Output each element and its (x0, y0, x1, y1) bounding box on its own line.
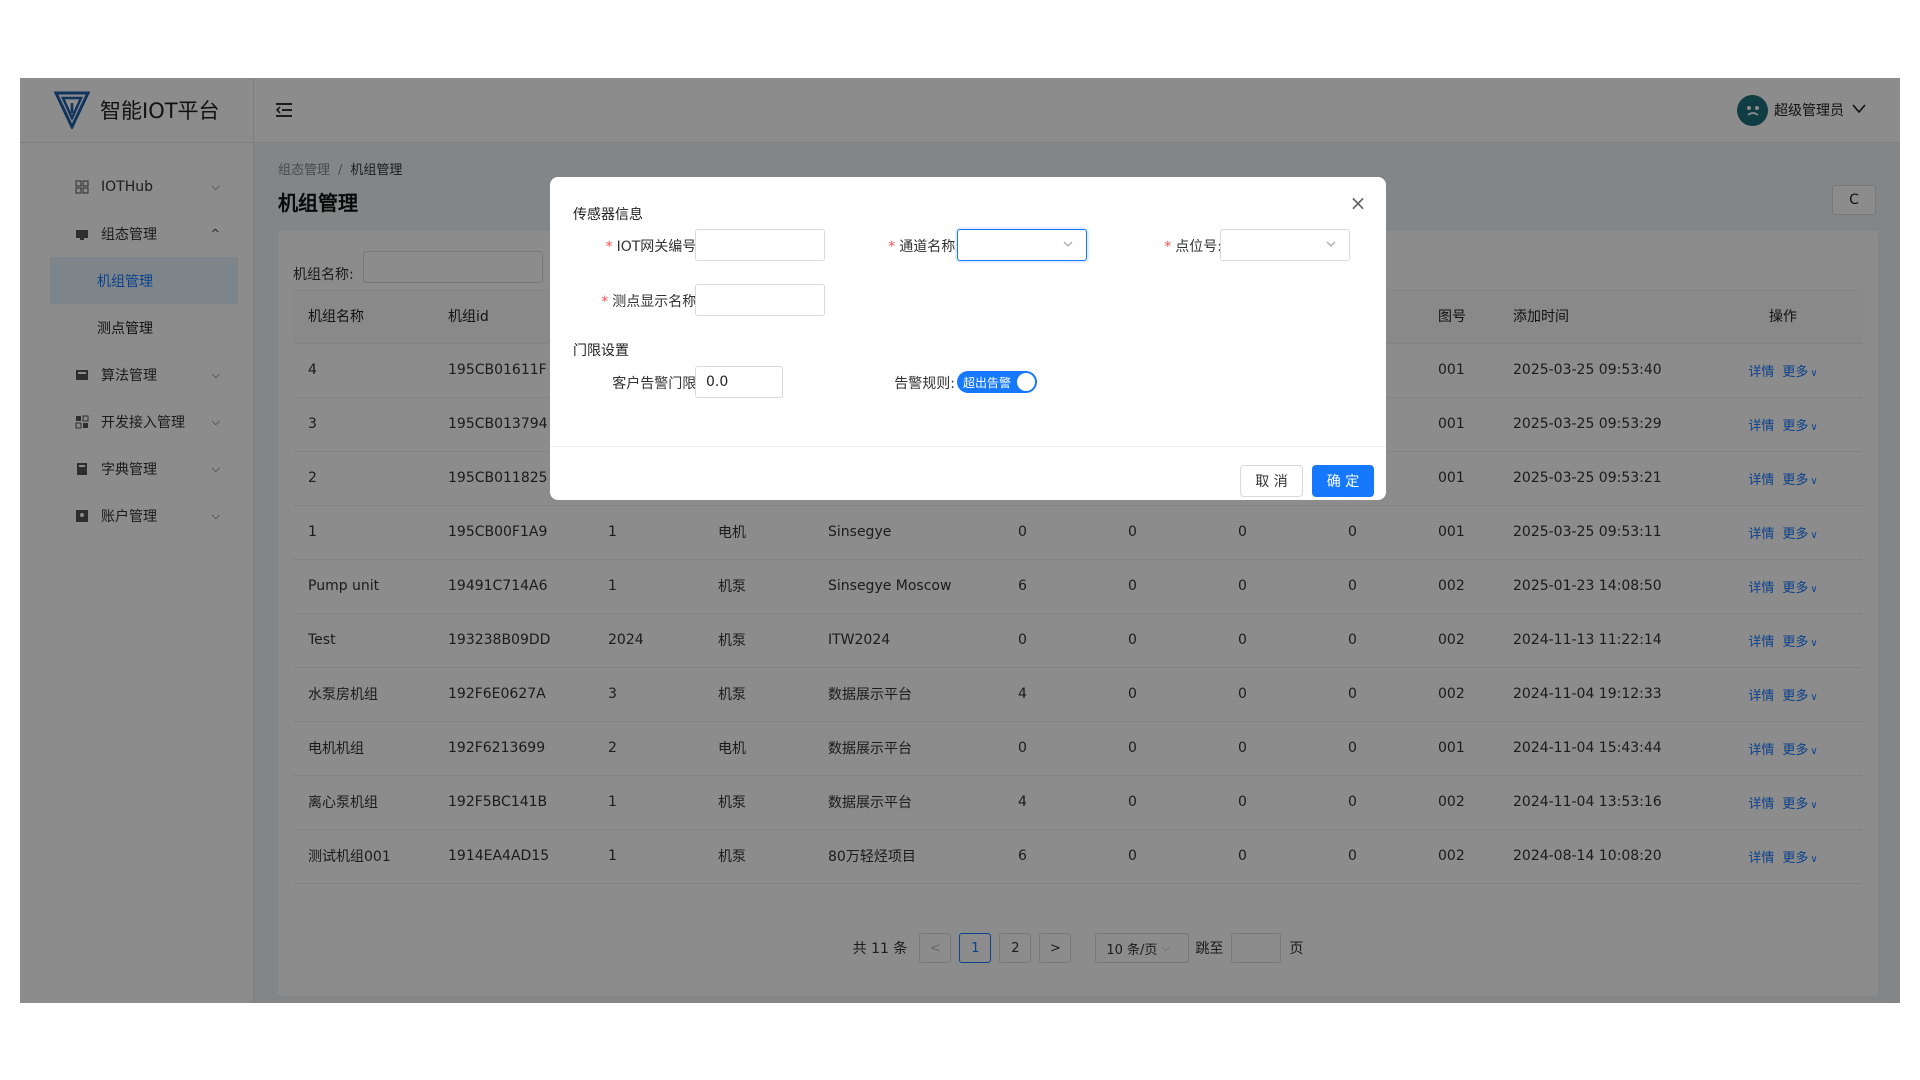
point-no-label: * 点位号: (1125, 236, 1222, 256)
close-icon[interactable]: × (1348, 193, 1368, 213)
app-window: 智能IOT平台 超级管理员 IOTHub ⌵ 组态管理 ^ 机组管理 测点管理 … (20, 78, 1900, 1003)
channel-label-text: 通道名称: (899, 239, 960, 255)
modal-footer-divider (550, 446, 1386, 447)
gateway-label: * IOT网关编号: (590, 236, 701, 256)
display-name-label: * 测点显示名称: (580, 291, 701, 311)
required-mark: * (888, 239, 896, 255)
cancel-button[interactable]: 取 消 (1240, 465, 1303, 497)
section-threshold: 门限设置 (573, 343, 629, 359)
required-mark: * (1164, 239, 1172, 255)
point-no-select[interactable] (1220, 229, 1350, 261)
section-sensor-info: 传感器信息 (573, 207, 643, 223)
threshold-label: 客户告警门限: (612, 376, 701, 392)
required-mark: * (605, 239, 613, 255)
channel-label: * 通道名称: (845, 236, 960, 256)
sensor-modal: × 传感器信息 * IOT网关编号: * 通道名称: * 点位号: * 测点显示名称: … (550, 177, 1386, 500)
display-name-label-text: 测点显示名称: (612, 294, 701, 310)
display-name-input[interactable] (695, 284, 825, 316)
gateway-label-text: IOT网关编号: (616, 239, 701, 255)
threshold-input[interactable]: 0.0 (695, 366, 783, 398)
required-mark: * (601, 294, 609, 310)
toggle-knob (1017, 373, 1035, 391)
channel-select[interactable] (957, 229, 1087, 261)
gateway-input[interactable] (695, 229, 825, 261)
point-no-label-text: 点位号: (1175, 239, 1222, 255)
confirm-button[interactable]: 确 定 (1312, 465, 1374, 497)
toggle-text: 超出告警 (963, 375, 1012, 390)
rule-label: 告警规则: (894, 376, 955, 392)
chevron-down-icon (1063, 241, 1073, 247)
alarm-rule-toggle[interactable]: 超出告警 (957, 371, 1037, 393)
chevron-down-icon (1326, 241, 1336, 247)
